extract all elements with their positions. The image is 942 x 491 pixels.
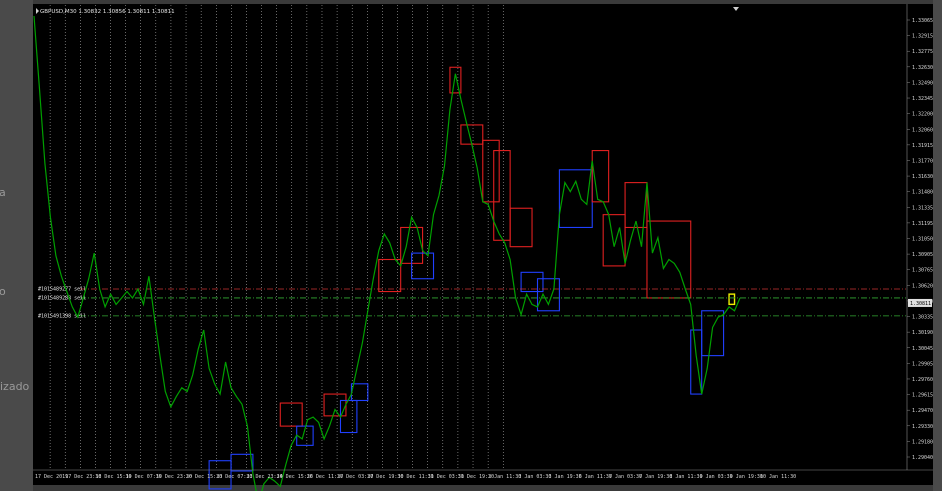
price-tick-label: 1.30765 (912, 268, 933, 274)
price-tick-label: 1.30620 (912, 283, 933, 289)
price-tick-label: 1.31480 (912, 190, 933, 196)
symbol-header: GBPUSD,M30 1.30832 1.30856 1.30811 1.308… (40, 9, 175, 15)
price-tick-label: 1.32775 (912, 49, 933, 55)
time-tick-label: 6 Jan 11:30 (579, 474, 612, 480)
time-tick-label: 9 Jan 19:30 (730, 474, 763, 480)
time-tick-label: 3 Jan 03:30 (518, 474, 551, 480)
price-tick-label: 1.30045 (912, 346, 933, 352)
price-tick-label: 1.31915 (912, 143, 933, 149)
price-tick-label: 1.31335 (912, 205, 933, 211)
time-tick-label: 10 Jan 11:30 (760, 474, 796, 480)
price-tick-label: 1.32345 (912, 96, 933, 102)
price-tick-label: 1.30905 (912, 252, 933, 258)
price-tick-label: 1.32915 (912, 34, 933, 40)
price-tick-label: 1.29330 (912, 424, 933, 430)
time-tick-label: 9 Jan 03:30 (700, 474, 733, 480)
price-tick-label: 1.31770 (912, 158, 933, 164)
price-tick-label: 1.32060 (912, 127, 933, 133)
price-tick-label: 1.29040 (912, 455, 933, 461)
order-level-label: #1015489277 sell (38, 286, 86, 292)
price-chart[interactable]: #1015489277 sell#1015489288 sell#1015491… (0, 0, 942, 491)
chart-background (33, 4, 933, 485)
price-tick-label: 1.29615 (912, 393, 933, 399)
price-tick-label: 1.30190 (912, 330, 933, 336)
time-tick-label: 8 Jan 11:30 (669, 474, 702, 480)
price-tick-label: 1.29470 (912, 408, 933, 414)
price-tick-label: 1.31050 (912, 237, 933, 243)
price-tick-label: 1.31630 (912, 174, 933, 180)
time-tick-label: 17 Dec 2019 (35, 474, 68, 480)
time-tick-label: 7 Jan 03:30 (609, 474, 642, 480)
price-tick-label: 1.29180 (912, 439, 933, 445)
price-tick-label: 1.32490 (912, 80, 933, 86)
price-tick-label: 1.33065 (912, 18, 933, 24)
price-tick-label: 1.32630 (912, 65, 933, 71)
price-tick-label: 1.29760 (912, 377, 933, 383)
price-tick-label: 1.32200 (912, 112, 933, 118)
price-tick-label: 1.29905 (912, 361, 933, 367)
price-tick-label: 1.31195 (912, 221, 933, 227)
time-axis: 17 Dec 201917 Dec 23:3018 Dec 15:3019 De… (35, 474, 796, 480)
time-tick-label: 2 Jan 11:30 (488, 474, 521, 480)
price-tick-label: 1.30335 (912, 315, 933, 321)
time-tick-label: 7 Jan 19:30 (639, 474, 672, 480)
current-price-tag: 1.30811 (908, 298, 932, 307)
current-price-label: 1.30811 (910, 301, 931, 307)
order-level-label: #1015489288 sell (38, 295, 86, 301)
time-tick-label: 3 Jan 19:30 (549, 474, 582, 480)
